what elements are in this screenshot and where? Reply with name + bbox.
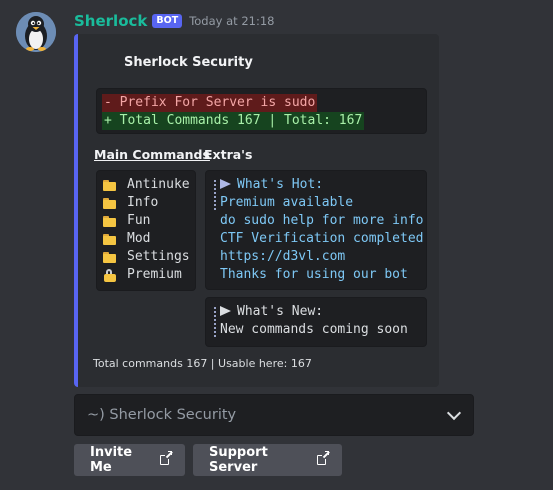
invite-me-label: Invite Me [90,445,133,475]
command-label: Premium [127,267,182,282]
command-label: Info [127,195,159,210]
folder-icon [103,197,117,209]
invite-me-button[interactable]: Invite Me [74,444,185,476]
folder-icon [103,179,117,191]
list-item: New commands coming soon [220,322,408,337]
penguin-icon [16,12,56,52]
command-label: Antinuke [127,177,190,192]
field-main-commands-title: Main Commands [94,147,210,162]
timestamp[interactable]: Today at 21:18 [189,14,274,28]
list-item: https://d3vl.com [220,249,346,264]
bot-badge: BOT [152,14,183,28]
support-server-button[interactable]: Support Server [193,444,342,476]
command-label: Mod [127,231,151,246]
support-server-label: Support Server [209,445,268,475]
diff-code-block: - Prefix For Server is sudo + Total Comm… [96,88,427,134]
username[interactable]: Sherlock [74,12,147,30]
external-link-icon [316,451,330,465]
folder-icon [103,233,117,245]
list-item: CTF Verification completed [220,231,424,246]
select-menu-value: ~) Sherlock Security [87,407,237,423]
list-item: Mod [103,230,195,248]
whats-new-heading: What's New: [237,304,324,319]
whats-hot-heading: What's Hot: [237,177,324,192]
list-item: Premium [103,266,195,284]
whats-new-heading-row: What's New: [206,303,426,337]
list-item: Info [103,194,195,212]
field-extras-title: Extra's [204,147,253,162]
whats-new-code-block: What's New: New commands coming soon [205,297,427,347]
avatar[interactable] [16,12,56,52]
list-item: Fun [103,212,195,230]
select-menu[interactable]: ~) Sherlock Security [74,394,474,436]
dotted-connector [214,307,216,337]
diff-line-removed: - Prefix For Server is sudo [102,94,318,112]
folder-icon [103,215,117,227]
chevron-down-icon[interactable] [446,405,462,421]
folder-icon [103,251,117,263]
list-item: do sudo help for more info [220,213,424,228]
embed-footer: Total commands 167 | Usable here: 167 [93,357,312,370]
list-item: Thanks for using our bot [220,267,408,282]
external-link-icon [159,451,173,465]
command-label: Settings [127,249,190,264]
whats-hot-code-block: What's Hot: Premium available do sudo he… [205,170,427,290]
diff-line-added: + Total Commands 167 | Total: 167 [102,112,365,130]
embed: Sherlock Security - Prefix For Server is… [74,34,439,387]
list-item: Settings [103,248,195,266]
command-label: Fun [127,213,151,228]
list-item: Antinuke [103,176,195,194]
embed-title: Sherlock Security [124,55,253,70]
main-commands-code-block: Antinuke Info Fun Mod Settings Premium [96,170,196,291]
list-item: Premium available [220,195,354,210]
unlocked-lock-icon [103,268,117,282]
arrow-icon [220,179,231,189]
dotted-connector [214,180,216,210]
whats-hot-heading-row: What's Hot: [206,176,426,210]
message-header: Sherlock BOT Today at 21:18 [74,11,274,31]
arrow-icon [220,306,231,316]
